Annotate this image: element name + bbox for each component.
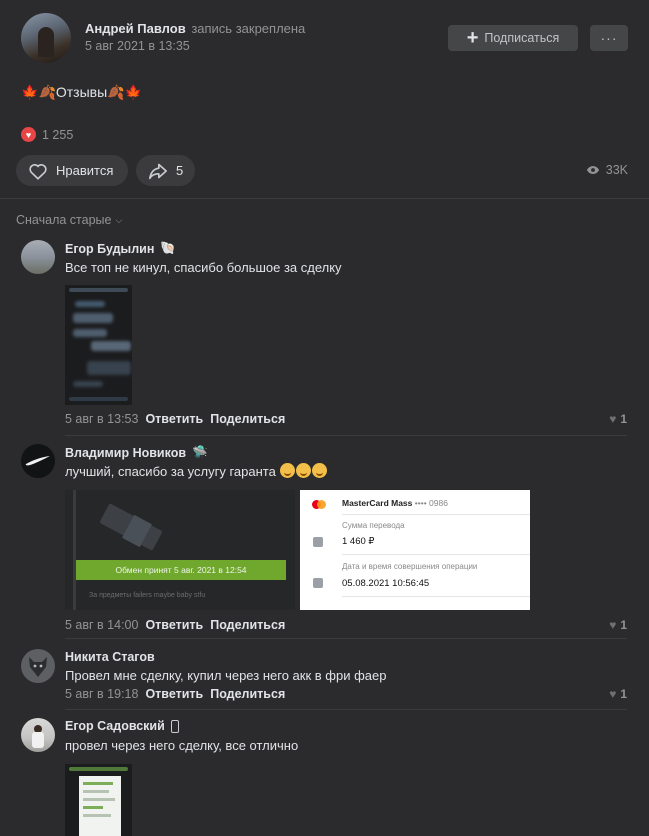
views-counter: 33K [586,163,628,177]
author-name[interactable]: Андрей Павлов [85,21,186,36]
commenter-name[interactable]: Егор Садовский [65,719,165,733]
post-header: Андрей Павлов запись закреплена 5 авг 20… [0,0,649,78]
comment-footer: 5 авг в 14:00 Ответить Поделиться [65,618,285,632]
payment-screenshot[interactable]: MasterCard Mass •••• 0986 Сумма перевода… [300,490,530,610]
reply-button[interactable]: Ответить [145,618,203,632]
reaction-count: 1 255 [42,127,74,142]
comment-footer: 5 авг в 19:18 Ответить Поделиться [65,687,285,701]
heart-reaction-icon: ♥ [21,127,36,142]
dog-face-icon [29,657,47,677]
comment-divider [65,435,627,436]
comment-like-button[interactable]: ♥ 1 [609,687,627,701]
comment-divider [65,709,627,710]
like-button[interactable]: Нравится [16,155,128,186]
comment-date[interactable]: 5 авг в 13:53 [65,412,138,426]
datetime-label: Дата и время совершения операции [342,562,478,571]
card-number: •••• 0986 [414,498,448,508]
comment-like-count: 1 [620,618,627,632]
maple-leaf-icon: 🍁 [21,84,39,100]
comment-like-button[interactable]: ♥ 1 [609,618,627,632]
comment-date[interactable]: 5 авг в 19:18 [65,687,138,701]
datetime-value: 05.08.2021 10:56:45 [342,578,430,589]
screenshot-attachment[interactable] [65,285,132,405]
smile-emoji-icon [280,463,296,478]
commenter-avatar[interactable] [21,718,55,752]
screenshot-attachment[interactable] [65,764,132,836]
comment-like-count: 1 [620,412,627,426]
card-title: MasterCard Mass [342,498,413,508]
reply-button[interactable]: Ответить [145,412,203,426]
phone-icon [170,719,179,733]
commenter-name-line: Егор Садовский [65,719,179,733]
author-line: Андрей Павлов запись закреплена [85,21,305,36]
comment-text: Все топ не кинул, спасибо большое за сде… [65,260,342,275]
author-avatar[interactable] [21,13,71,63]
commenter-name[interactable]: Владимир Новиков [65,446,186,460]
eye-icon [586,166,599,174]
mastercard-logo [312,500,326,509]
comment-footer: 5 авг в 13:53 Ответить Поделиться [65,412,285,426]
commenter-name[interactable]: Егор Будылин [65,242,154,256]
views-count: 33K [605,163,628,177]
more-options-button[interactable]: ··· [590,25,628,51]
commenter-avatar[interactable] [21,240,55,274]
heart-icon: ♥ [609,618,617,632]
heart-icon: ♥ [609,687,617,701]
comment-like-button[interactable]: ♥ 1 [609,412,627,426]
pinned-label: запись закреплена [191,21,306,36]
amount-value: 1 460 ₽ [342,536,375,547]
subscribe-button[interactable]: + Подписаться [448,25,578,51]
comment-divider [65,638,627,639]
share-comment-button[interactable]: Поделиться [210,618,285,632]
smile-emoji-icon [296,463,312,478]
shell-icon: 🐚 [160,241,176,255]
comment-text: провел через него сделку, все отлично [65,738,299,753]
reply-button[interactable]: Ответить [145,687,203,701]
post-text: 🍁🍂Отзывы🍂🍁 [21,84,142,101]
fallen-leaf-icon: 🍂 [107,84,125,100]
plus-icon: + [466,27,479,49]
comment-date[interactable]: 5 авг в 14:00 [65,618,138,632]
comment-text: лучший, спасибо за услугу гаранта [65,463,328,479]
commenter-name-line: Никита Стагов [65,650,155,664]
wallet-icon [313,537,323,547]
commenter-name-line: Егор Будылин 🐚 [65,241,176,256]
post-text-label: Отзывы [55,84,108,100]
like-label: Нравится [56,163,114,178]
reactions-summary[interactable]: ♥ 1 255 [21,127,73,142]
amount-label: Сумма перевода [342,521,405,530]
divider [0,198,649,199]
share-count: 5 [176,163,184,178]
ufo-icon: 🛸 [192,445,208,459]
smile-emoji-icon [312,463,328,478]
more-icon: ··· [600,30,618,46]
sort-dropdown[interactable]: Сначала старые ⌵ [16,213,122,227]
chevron-down-icon: ⌵ [115,214,123,225]
commenter-name[interactable]: Никита Стагов [65,650,155,664]
calendar-icon [313,578,323,588]
share-arrow-icon [149,163,167,179]
sort-label: Сначала старые [16,213,112,227]
heart-icon: ♥ [609,412,617,426]
fallen-leaf-icon: 🍂 [38,84,56,100]
commenter-avatar[interactable] [21,649,55,683]
post-date[interactable]: 5 авг 2021 в 13:35 [85,39,190,53]
heart-outline-icon [29,163,47,180]
share-comment-button[interactable]: Поделиться [210,412,285,426]
comment-text: Провел мне сделку, купил через него акк … [65,668,387,683]
trade-accepted-banner: Обмен принят 5 авг. 2021 в 12:54 [76,560,286,580]
comment-text-label: лучший, спасибо за услугу гаранта [65,464,276,479]
card-title-line: MasterCard Mass •••• 0986 [342,498,448,508]
share-comment-button[interactable]: Поделиться [210,687,285,701]
swoosh-logo [25,456,50,466]
commenter-name-line: Владимир Новиков 🛸 [65,445,208,460]
trade-screenshot[interactable]: Обмен принят 5 авг. 2021 в 12:54 За пред… [65,490,295,610]
subscribe-label: Подписаться [484,31,560,45]
comment-like-count: 1 [620,687,627,701]
trade-footer: За предметы failers maybe baby stfu [89,592,206,599]
commenter-avatar[interactable] [21,444,55,478]
maple-leaf-icon: 🍁 [124,84,143,100]
share-button[interactable]: 5 [136,155,195,186]
